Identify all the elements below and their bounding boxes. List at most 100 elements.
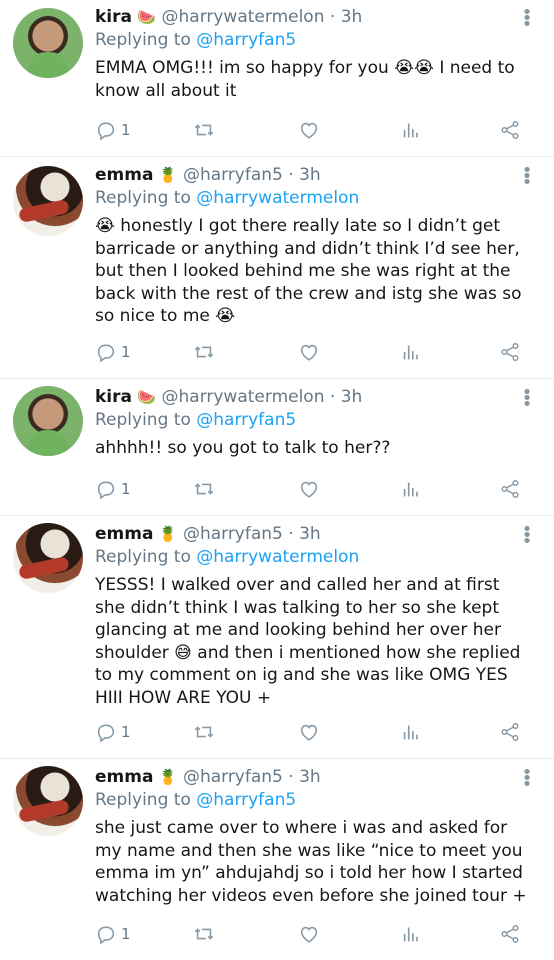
handle[interactable]: @harryfan5 [183,165,283,185]
timestamp[interactable]: · 3h [330,7,362,27]
replying-handle[interactable]: @harrywatermelon [196,547,359,567]
avatar[interactable] [13,523,83,593]
more-vertical-icon[interactable]: • • • [520,162,534,192]
tweet-actions: 1 [95,477,525,501]
tweet-header: emma 🍍 @harryfan5 · 3h [95,766,530,789]
replying-handle[interactable]: @harrywatermelon [196,188,359,208]
retweet-icon [194,124,214,136]
reply-button[interactable]: 1 [95,118,131,142]
stats-button[interactable] [400,118,422,142]
reply-button[interactable]: 1 [95,340,131,364]
stats-icon [403,482,418,497]
more-vertical-icon[interactable]: • • • [520,4,534,34]
avatar[interactable] [13,166,83,236]
tweet-text: ahhhh!! so you got to talk to her?? [95,438,391,458]
more-vertical-icon[interactable]: • • • [520,384,534,414]
tweet-actions: 1 [95,720,525,744]
like-button[interactable] [298,922,320,946]
display-name[interactable]: emma [95,767,153,787]
retweet-button[interactable] [193,477,215,501]
timestamp[interactable]: · 3h [288,165,320,185]
tweet-actions: 1 [95,118,525,142]
stats-button[interactable] [400,922,422,946]
heart-icon [300,344,318,361]
replying-label: Replying to [95,790,191,810]
reply-count: 1 [121,480,131,498]
reply-count: 1 [121,723,131,741]
display-name[interactable]: kira [95,387,132,407]
replying-handle[interactable]: @harryfan5 [196,30,296,50]
retweet-button[interactable] [193,118,215,142]
share-button[interactable] [499,118,521,142]
reply-button[interactable]: 1 [95,720,131,744]
reply-icon [97,926,115,945]
tweet-text: YESSS! I walked over and called her and … [95,575,521,708]
name-emoji: 🍍 [158,525,178,543]
share-button[interactable] [499,922,521,946]
tweet-text: EMMA OMG!!! im so happy for you 😭😭 I nee… [95,58,515,101]
stats-icon [403,927,418,942]
tweet-text: she just came over to where i was and as… [95,818,527,906]
name-emoji: 🍍 [158,768,178,786]
stats-button[interactable] [400,720,422,744]
replying-label: Replying to [95,547,191,567]
stats-button[interactable] [400,340,422,364]
heart-icon [300,481,318,498]
more-vertical-icon[interactable]: • • • [520,764,534,794]
display-name[interactable]: emma [95,524,153,544]
reply-icon [97,724,115,743]
retweet-icon [194,483,214,495]
handle[interactable]: @harryfan5 [183,767,283,787]
tweet-header: emma 🍍 @harryfan5 · 3h [95,523,530,546]
handle[interactable]: @harrywatermelon [162,387,325,407]
like-button[interactable] [298,340,320,364]
share-icon [501,343,519,361]
like-button[interactable] [298,720,320,744]
heart-icon [300,724,318,741]
timestamp[interactable]: · 3h [330,387,362,407]
tweet-actions: 1 [95,340,525,364]
avatar[interactable] [13,766,83,836]
handle[interactable]: @harryfan5 [183,524,283,544]
share-button[interactable] [499,720,521,744]
tweet-header: kira 🍉 @harrywatermelon · 3h [95,6,530,29]
timestamp[interactable]: · 3h [288,767,320,787]
share-button[interactable] [499,477,521,501]
replying-label: Replying to [95,410,191,430]
retweet-button[interactable] [193,340,215,364]
heart-icon [300,122,318,139]
like-button[interactable] [298,118,320,142]
name-emoji: 🍉 [137,8,157,26]
timestamp[interactable]: · 3h [288,524,320,544]
retweet-button[interactable] [193,922,215,946]
replying-to: Replying to @harryfan5 [95,789,530,812]
replying-label: Replying to [95,188,191,208]
handle[interactable]: @harrywatermelon [162,7,325,27]
reply-button[interactable]: 1 [95,922,131,946]
share-button[interactable] [499,340,521,364]
replying-label: Replying to [95,30,191,50]
replying-to: Replying to @harryfan5 [95,409,530,432]
share-icon [501,121,519,139]
share-icon [501,723,519,741]
like-button[interactable] [298,477,320,501]
replying-handle[interactable]: @harryfan5 [196,790,296,810]
display-name[interactable]: kira [95,7,132,27]
name-emoji: 🍍 [158,166,178,184]
reply-count: 1 [121,121,131,139]
name-emoji: 🍉 [137,388,157,406]
tweet-header: emma 🍍 @harryfan5 · 3h [95,164,530,187]
more-vertical-icon[interactable]: • • • [520,521,534,551]
retweet-button[interactable] [193,720,215,744]
avatar[interactable] [13,386,83,456]
tweet-header: kira 🍉 @harrywatermelon · 3h [95,386,530,409]
stats-button[interactable] [400,477,422,501]
reply-button[interactable]: 1 [95,477,131,501]
share-icon [501,480,519,498]
reply-icon [97,122,115,141]
share-icon [501,925,519,943]
replying-handle[interactable]: @harryfan5 [196,410,296,430]
heart-icon [300,926,318,943]
display-name[interactable]: emma [95,165,153,185]
avatar[interactable] [13,8,83,78]
